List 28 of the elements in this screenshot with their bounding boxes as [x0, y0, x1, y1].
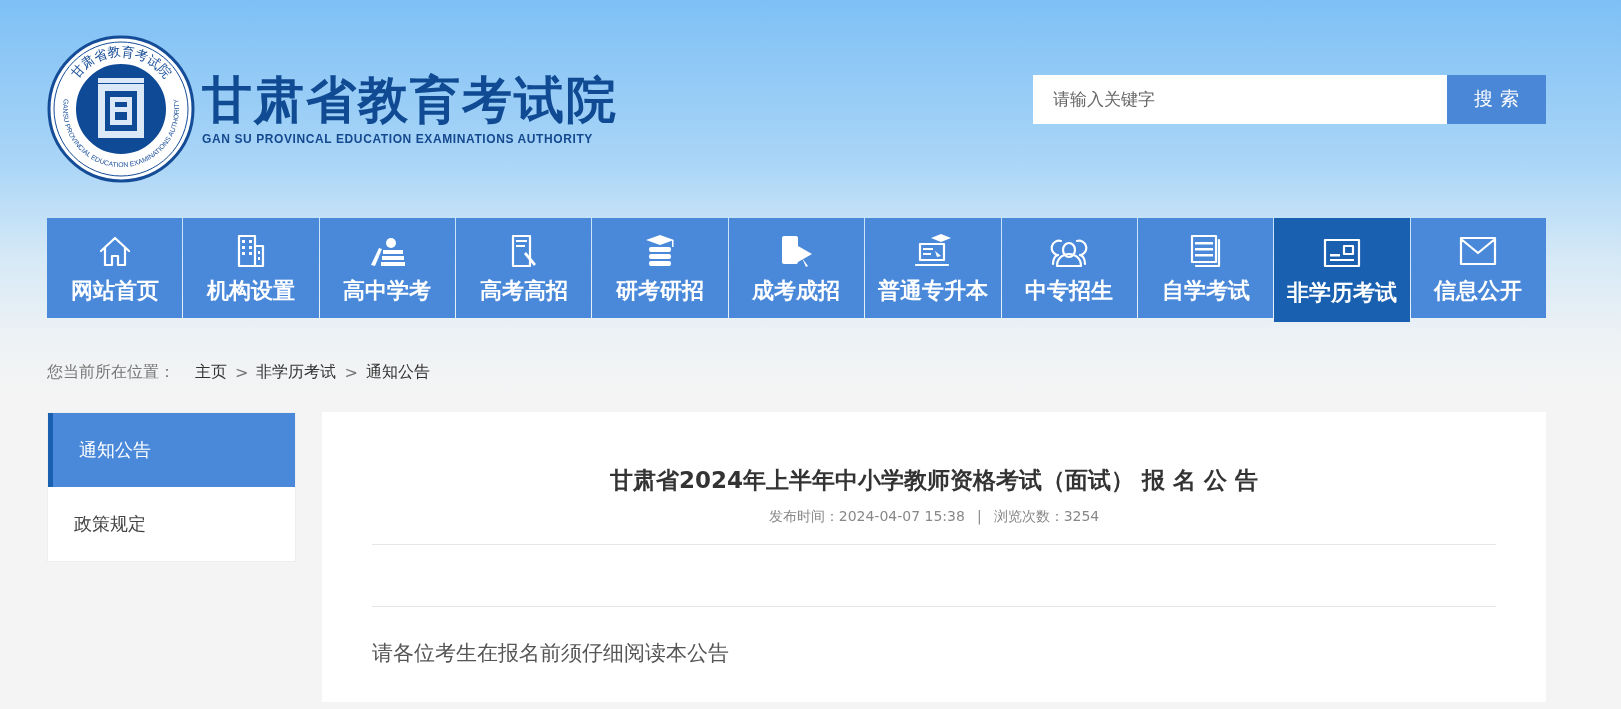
breadcrumb-label: 您当前所在位置： [47, 361, 175, 383]
nav-tab[interactable]: 自学考试 [1137, 218, 1274, 318]
nav-tab[interactable]: 机构设置 [183, 218, 319, 318]
nav-tab[interactable]: 研考研招 [592, 218, 728, 318]
nav-tab[interactable]: 成考成招 [728, 218, 865, 318]
nav-tab[interactable]: 普通专升本 [865, 218, 1001, 318]
nav-tab[interactable]: 网站首页 [47, 218, 183, 318]
search-field[interactable]: 请输入关键字 [1033, 74, 1447, 124]
publish-date: 发布时间：2024-04-07 15:38 [768, 508, 965, 526]
nav-tab[interactable]: 高考高招 [456, 218, 592, 318]
search-button[interactable]: 搜 索 [1447, 74, 1546, 124]
sidebar-item[interactable]: 政策规定 [48, 487, 295, 561]
nav-tab[interactable]: 高中学考 [319, 218, 456, 318]
nav-tab[interactable]: 中专招生 [1001, 218, 1137, 318]
view-count: 浏览次数：3254 [993, 508, 1100, 526]
breadcrumb-separator: > [235, 362, 249, 382]
breadcrumb-link[interactable]: 通知公告 [365, 361, 430, 383]
article-title: 甘肃省2024年上半年中小学教师资格考试（面试） 报 名 公 告 [608, 466, 1259, 495]
sidebar-item[interactable]: 通知公告 [48, 413, 295, 487]
nav-tab[interactable]: 非学历考试 [1274, 218, 1410, 322]
breadcrumb-link[interactable]: 非学历考试 [256, 361, 337, 383]
breadcrumb-link[interactable]: 主页 [195, 361, 227, 383]
nav-tab[interactable]: 信息公开 [1410, 218, 1546, 318]
breadcrumb-separator: > [344, 362, 358, 382]
meta-separator: | [976, 508, 982, 526]
article-intro: 请各位考生在报名前须仔细阅读本公告 [372, 640, 730, 667]
site-subtitle: GAN SU PROVINCAL EDUCATION EXAMINATIONS AUTHORITY [202, 132, 594, 146]
site-title: 甘肃省教育考试院 [202, 72, 618, 128]
